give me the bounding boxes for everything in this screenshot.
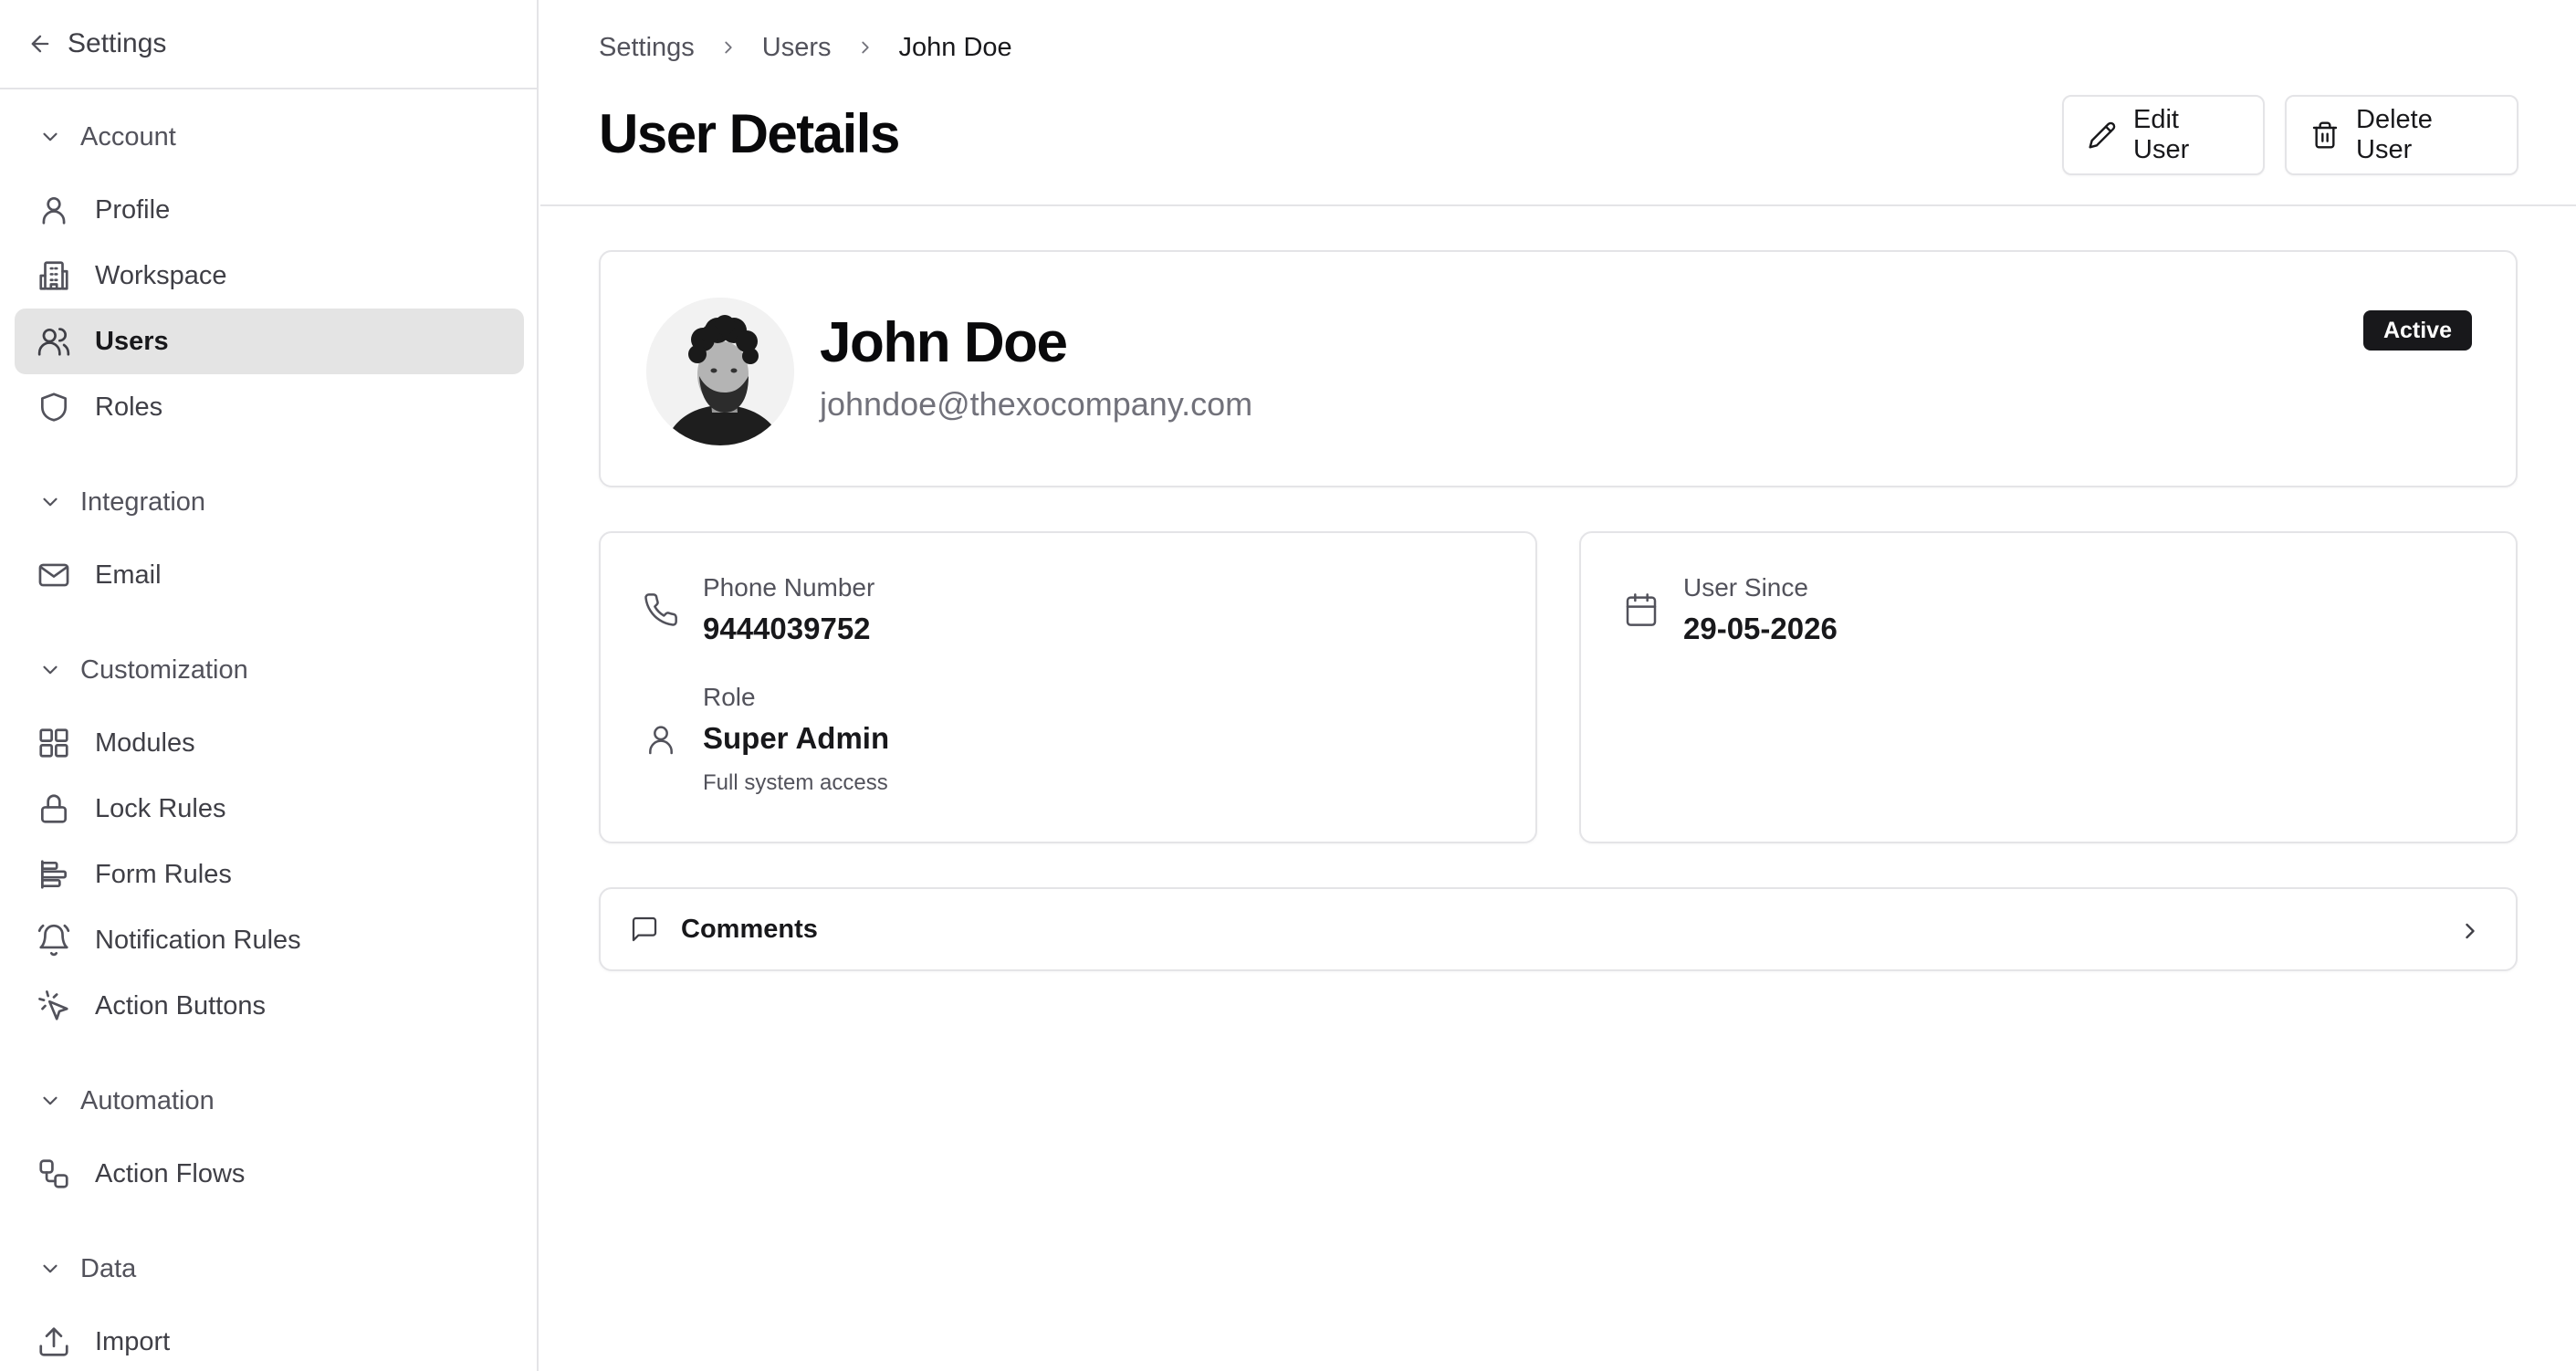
calendar-icon	[1623, 591, 1660, 628]
breadcrumb-current: John Doe	[898, 32, 1012, 62]
pencil-icon	[2088, 120, 2117, 150]
sidebar-item-action-flows[interactable]: Action Flows	[15, 1141, 524, 1207]
chevron-down-icon	[38, 658, 62, 682]
group-label: Account	[80, 121, 176, 152]
group-header-account[interactable]: Account	[0, 113, 176, 161]
chevron-right-icon	[855, 37, 875, 58]
sidebar-item-action-buttons[interactable]: Action Buttons	[15, 973, 524, 1039]
sidebar-item-modules[interactable]: Modules	[15, 710, 524, 776]
sidebar-item-lock-rules[interactable]: Lock Rules	[15, 776, 524, 842]
page-title: User Details	[599, 103, 900, 164]
chevron-right-icon	[718, 37, 738, 58]
sidebar-item-label: Workspace	[95, 260, 227, 290]
building-icon	[37, 258, 71, 293]
grid-icon	[37, 726, 71, 760]
breadcrumb-users[interactable]: Users	[762, 33, 832, 63]
user-profile-card: John Doe johndoe@thexocompany.com Active	[599, 250, 2518, 487]
sidebar-item-label: Roles	[95, 392, 163, 422]
user-since-label: User Since	[1683, 573, 1808, 602]
phone-label: Phone Number	[703, 573, 875, 602]
status-badge: Active	[2362, 310, 2472, 351]
sidebar-item-label: Lock Rules	[95, 793, 226, 823]
avatar	[646, 298, 794, 445]
sidebar-item-label: Form Rules	[95, 859, 232, 889]
phone-icon	[643, 591, 679, 628]
contact-role-card: Phone Number 9444039752 Role Super Admin…	[599, 531, 1537, 843]
group-label: Automation	[80, 1085, 215, 1115]
group-label: Data	[80, 1253, 137, 1283]
comments-label: Comments	[681, 914, 818, 944]
group-label: Customization	[80, 654, 248, 685]
delete-user-button[interactable]: Delete User	[2285, 95, 2518, 175]
sidebar-header: Settings	[0, 0, 537, 89]
sidebar-title[interactable]: Settings	[68, 28, 166, 59]
delete-user-label: Delete User	[2356, 105, 2433, 164]
chevron-down-icon	[38, 1089, 62, 1113]
breadcrumb-settings[interactable]: Settings	[599, 33, 695, 63]
sidebar-item-form-rules[interactable]: Form Rules	[15, 842, 524, 907]
sidebar-item-notification-rules[interactable]: Notification Rules	[15, 907, 524, 973]
main-content: Settings Users John Doe User Details Edi…	[540, 0, 2576, 1371]
edit-user-label: Edit User	[2133, 105, 2190, 164]
sidebar-item-import[interactable]: Import	[15, 1309, 524, 1371]
form-icon	[37, 857, 71, 892]
chevron-down-icon	[38, 1257, 62, 1281]
role-value: Super Admin	[703, 721, 890, 755]
settings-sidebar: Settings Account Profile Workspace Users…	[0, 0, 539, 1371]
cursor-click-icon	[37, 989, 71, 1023]
trash-icon	[2310, 120, 2340, 150]
mail-icon	[37, 558, 71, 592]
sidebar-item-users[interactable]: Users	[15, 309, 524, 374]
message-square-icon	[630, 915, 659, 944]
chevron-down-icon	[38, 125, 62, 149]
sidebar-item-label: Action Buttons	[95, 990, 266, 1020]
group-label: Integration	[80, 487, 206, 517]
group-header-data[interactable]: Data	[0, 1245, 136, 1293]
comments-panel[interactable]: Comments	[599, 887, 2518, 971]
user-icon	[37, 193, 71, 227]
role-description: Full system access	[703, 770, 888, 795]
sidebar-item-email[interactable]: Email	[15, 542, 524, 608]
user-icon	[643, 721, 679, 758]
bell-icon	[37, 923, 71, 958]
sidebar-item-roles[interactable]: Roles	[15, 374, 524, 440]
upload-icon	[37, 1324, 71, 1359]
sidebar-item-profile[interactable]: Profile	[15, 177, 524, 243]
sidebar-item-label: Action Flows	[95, 1158, 246, 1188]
user-since-value: 29-05-2026	[1683, 612, 1838, 645]
sidebar-item-workspace[interactable]: Workspace	[15, 243, 524, 309]
back-arrow-icon[interactable]	[27, 31, 53, 57]
sidebar-item-label: Email	[95, 560, 162, 590]
user-name: John Doe	[820, 311, 1068, 374]
sidebar-item-label: Import	[95, 1326, 171, 1356]
shield-icon	[37, 390, 71, 424]
group-header-automation[interactable]: Automation	[0, 1077, 215, 1125]
sidebar-item-label: Users	[95, 326, 169, 356]
chevron-down-icon	[38, 490, 62, 514]
user-since-card: User Since 29-05-2026	[1579, 531, 2518, 843]
group-header-integration[interactable]: Integration	[0, 478, 205, 526]
lock-icon	[37, 791, 71, 826]
users-icon	[37, 324, 71, 359]
role-label: Role	[703, 683, 756, 711]
sidebar-item-label: Notification Rules	[95, 925, 301, 955]
phone-value: 9444039752	[703, 612, 871, 645]
chevron-right-icon	[2457, 918, 2483, 944]
sidebar-item-label: Modules	[95, 727, 195, 758]
breadcrumb: Settings Users John Doe	[599, 29, 1012, 66]
workflow-icon	[37, 1156, 71, 1191]
group-header-customization[interactable]: Customization	[0, 646, 248, 694]
user-email: johndoe@thexocompany.com	[820, 385, 1253, 423]
edit-user-button[interactable]: Edit User	[2062, 95, 2265, 175]
header-divider	[540, 204, 2576, 206]
sidebar-item-label: Profile	[95, 194, 171, 225]
